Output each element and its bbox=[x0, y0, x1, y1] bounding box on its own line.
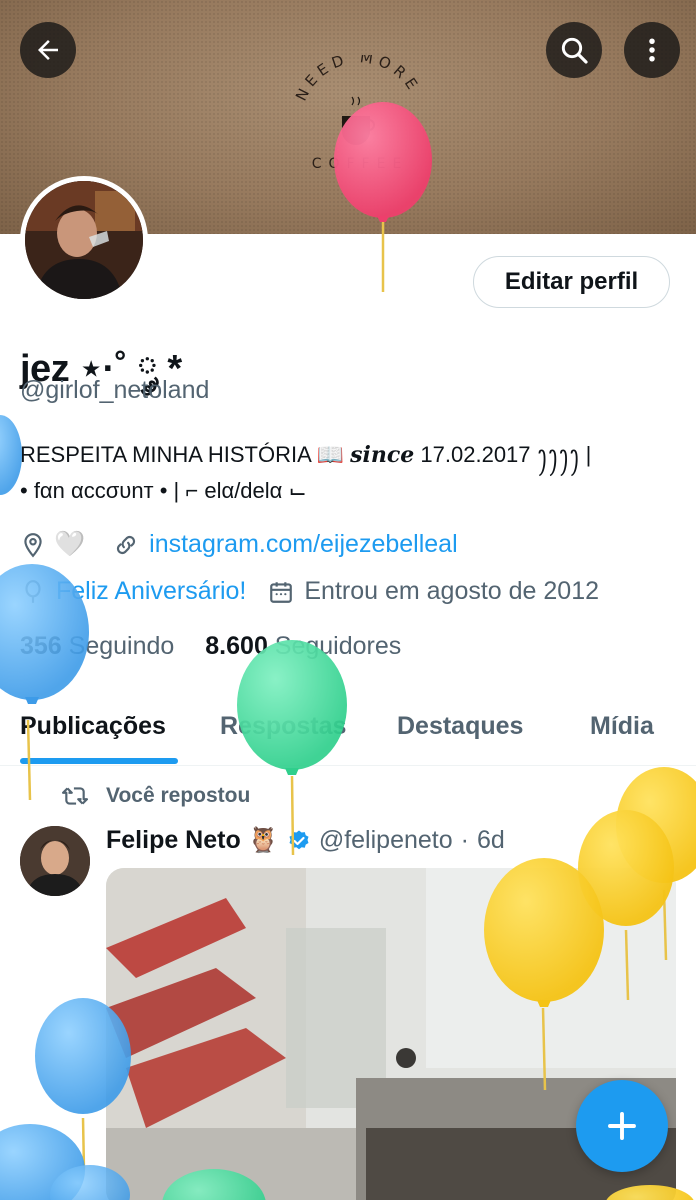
website-link[interactable]: instagram.com/eijezebelleal bbox=[149, 530, 457, 559]
bio-line-1: RESPEITA MINHA HISTÓRIA 📖 since 17.02.20… bbox=[20, 434, 591, 480]
calendar-icon bbox=[270, 581, 293, 603]
arrow-left-icon bbox=[38, 40, 58, 60]
post-author-name[interactable]: Felipe Neto 🦉 bbox=[106, 826, 279, 855]
following-label: Seguindo bbox=[68, 632, 175, 660]
tab-respostas[interactable]: Respostas bbox=[220, 712, 346, 741]
post-separator: · bbox=[460, 826, 469, 854]
search-icon bbox=[561, 37, 588, 64]
post-author-handle: @felipeneto bbox=[318, 826, 453, 854]
following-link[interactable]: 356 Seguindo bbox=[20, 632, 174, 660]
bio-line-1-a: RESPEITA MINHA HISTÓRIA 📖 bbox=[20, 442, 351, 467]
need-more-coffee-logo: NEED MORE COFFEE bbox=[285, 48, 435, 185]
search-button[interactable] bbox=[546, 22, 602, 78]
birthday-text[interactable]: Feliz Aniversário! bbox=[56, 577, 246, 606]
more-options-button[interactable] bbox=[624, 22, 680, 78]
balloon-icon bbox=[25, 579, 41, 603]
location-pin-icon bbox=[24, 532, 42, 557]
link-icon bbox=[117, 535, 136, 554]
verified-badge-icon bbox=[289, 830, 309, 849]
bio-line-2: • fαn αccσυnт • | ⌐ elα/delα ⌙ bbox=[20, 478, 307, 503]
logo-top-text: NEED MORE bbox=[292, 48, 419, 104]
repost-indicator: Você repostou bbox=[62, 784, 250, 808]
following-count: 356 bbox=[20, 632, 62, 660]
post-time: 6d bbox=[476, 826, 505, 854]
post-author-avatar[interactable] bbox=[20, 826, 90, 896]
compose-button[interactable] bbox=[576, 1080, 668, 1172]
logo-bottom-text: COFFEE bbox=[312, 156, 409, 172]
repost-label: Você repostou bbox=[106, 784, 251, 807]
post-header: Felipe Neto 🦉 @felipeneto · 6d bbox=[106, 826, 505, 855]
followers-link[interactable]: 8.600 Seguidores bbox=[205, 632, 401, 660]
bio-line-1-b: 17.02.2017 ꫂꫂꫂꫂ | bbox=[414, 442, 592, 467]
profile-tabs: Publicações Respostas Destaques Mídia bbox=[0, 700, 696, 766]
back-button[interactable] bbox=[20, 22, 76, 78]
followers-label: Seguidores bbox=[274, 632, 402, 660]
more-vertical-icon bbox=[649, 38, 655, 62]
follow-stats: 356 Seguindo 8.600 Seguidores bbox=[20, 632, 401, 661]
location-text: 🤍 bbox=[54, 530, 86, 558]
profile-avatar[interactable] bbox=[20, 176, 148, 304]
profile-meta-row-2: Feliz Aniversário! Entrou em agosto de 2… bbox=[20, 577, 599, 606]
edit-profile-button[interactable]: Editar perfil bbox=[473, 256, 670, 308]
profile-meta-row-1: 🤍 instagram.com/eijezebelleal bbox=[20, 530, 458, 559]
repost-icon bbox=[62, 787, 88, 805]
joined-date: Entrou em agosto de 2012 bbox=[304, 577, 600, 605]
svg-text:NEED MORE: NEED MORE bbox=[292, 55, 424, 104]
plus-icon bbox=[608, 1112, 636, 1140]
bio-since: since bbox=[350, 442, 415, 468]
balloon-blue-small bbox=[0, 415, 22, 495]
tab-midia[interactable]: Mídia bbox=[590, 712, 654, 741]
active-tab-indicator bbox=[20, 758, 178, 764]
tab-destaques[interactable]: Destaques bbox=[397, 712, 523, 741]
tab-publicacoes[interactable]: Publicações bbox=[20, 712, 166, 741]
profile-handle: @girlof_netoland bbox=[20, 376, 210, 404]
followers-count: 8.600 bbox=[205, 632, 268, 660]
